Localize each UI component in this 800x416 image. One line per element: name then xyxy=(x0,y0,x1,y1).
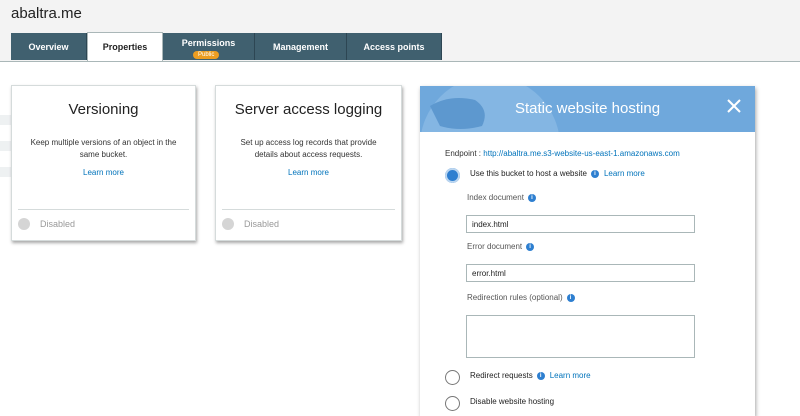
static-website-hosting-panel: Static website hosting Endpoint : http:/… xyxy=(420,86,755,416)
error-document-label: Error document xyxy=(467,242,523,251)
versioning-status: Disabled xyxy=(18,218,75,230)
disable-hosting-label: Disable website hosting xyxy=(470,397,555,406)
panel-title: Static website hosting xyxy=(514,100,661,117)
error-document-input[interactable]: error.html xyxy=(466,264,695,282)
tab-permissions[interactable]: Permissions Public xyxy=(163,33,255,60)
tab-management[interactable]: Management xyxy=(255,33,347,60)
status-dot-icon xyxy=(18,218,30,230)
use-bucket-learn-more-link[interactable]: Learn more xyxy=(604,169,645,178)
divider xyxy=(18,209,189,210)
disable-hosting-option: Disable website hosting xyxy=(470,397,554,406)
tab-permissions-label: Permissions xyxy=(181,37,236,48)
error-document-label-row: Error document i xyxy=(467,242,535,251)
logging-description: Set up access log records that provide d… xyxy=(240,138,377,159)
public-badge: Public xyxy=(193,51,220,59)
info-icon[interactable]: i xyxy=(526,242,535,251)
logging-status-text: Disabled xyxy=(244,219,280,229)
info-icon[interactable]: i xyxy=(590,169,599,178)
logging-status: Disabled xyxy=(222,218,279,230)
tab-properties[interactable]: Properties xyxy=(87,32,163,61)
redirection-rules-textarea[interactable] xyxy=(466,315,695,358)
logging-learn-more-link[interactable]: Learn more xyxy=(216,168,401,177)
redirection-rules-label: Redirection rules (optional) xyxy=(467,293,563,302)
redirect-requests-option: Redirect requests i Learn more xyxy=(470,371,591,380)
index-document-label-row: Index document i xyxy=(467,193,536,202)
logging-title: Server access logging xyxy=(234,101,383,118)
versioning-card[interactable]: Versioning Keep multiple versions of an … xyxy=(11,85,196,241)
index-document-label: Index document xyxy=(467,193,524,202)
disable-hosting-radio[interactable] xyxy=(445,396,460,411)
tab-access-points-label: Access points xyxy=(363,41,425,52)
tab-bar: Overview Properties Permissions Public M… xyxy=(11,32,442,61)
status-dot-icon xyxy=(222,218,234,230)
tab-overview-label: Overview xyxy=(28,41,69,52)
redirect-requests-label: Redirect requests xyxy=(470,371,533,380)
versioning-description: Keep multiple versions of an object in t… xyxy=(30,138,177,159)
endpoint-label: Endpoint : xyxy=(445,149,482,158)
redirect-requests-radio[interactable] xyxy=(445,370,460,385)
use-bucket-radio[interactable] xyxy=(445,168,460,183)
panel-header: Static website hosting xyxy=(420,86,755,132)
info-icon[interactable]: i xyxy=(566,293,575,302)
logging-card[interactable]: Server access logging Set up access log … xyxy=(215,85,402,241)
use-bucket-label: Use this bucket to host a website xyxy=(470,169,587,178)
header-bar: abaltra.me Overview Properties Permissio… xyxy=(0,0,800,62)
info-icon[interactable]: i xyxy=(536,371,545,380)
info-icon[interactable]: i xyxy=(527,193,536,202)
versioning-title: Versioning xyxy=(68,101,139,118)
bucket-name: abaltra.me xyxy=(11,5,82,22)
close-icon[interactable] xyxy=(725,97,743,115)
index-document-input[interactable]: index.html xyxy=(466,215,695,233)
redirection-rules-label-row: Redirection rules (optional) i xyxy=(467,293,575,302)
tab-access-points[interactable]: Access points xyxy=(347,33,442,60)
endpoint-row: Endpoint : http://abaltra.me.s3-website-… xyxy=(445,149,680,158)
tab-management-label: Management xyxy=(272,41,328,52)
redirect-learn-more-link[interactable]: Learn more xyxy=(550,371,591,380)
use-bucket-option: Use this bucket to host a website i Lear… xyxy=(470,169,645,178)
endpoint-url-link[interactable]: http://abaltra.me.s3-website-us-east-1.a… xyxy=(483,149,680,158)
tab-properties-label: Properties xyxy=(102,42,148,52)
versioning-status-text: Disabled xyxy=(40,219,76,229)
tab-overview[interactable]: Overview xyxy=(11,33,87,60)
versioning-learn-more-link[interactable]: Learn more xyxy=(12,168,195,177)
divider xyxy=(222,209,395,210)
